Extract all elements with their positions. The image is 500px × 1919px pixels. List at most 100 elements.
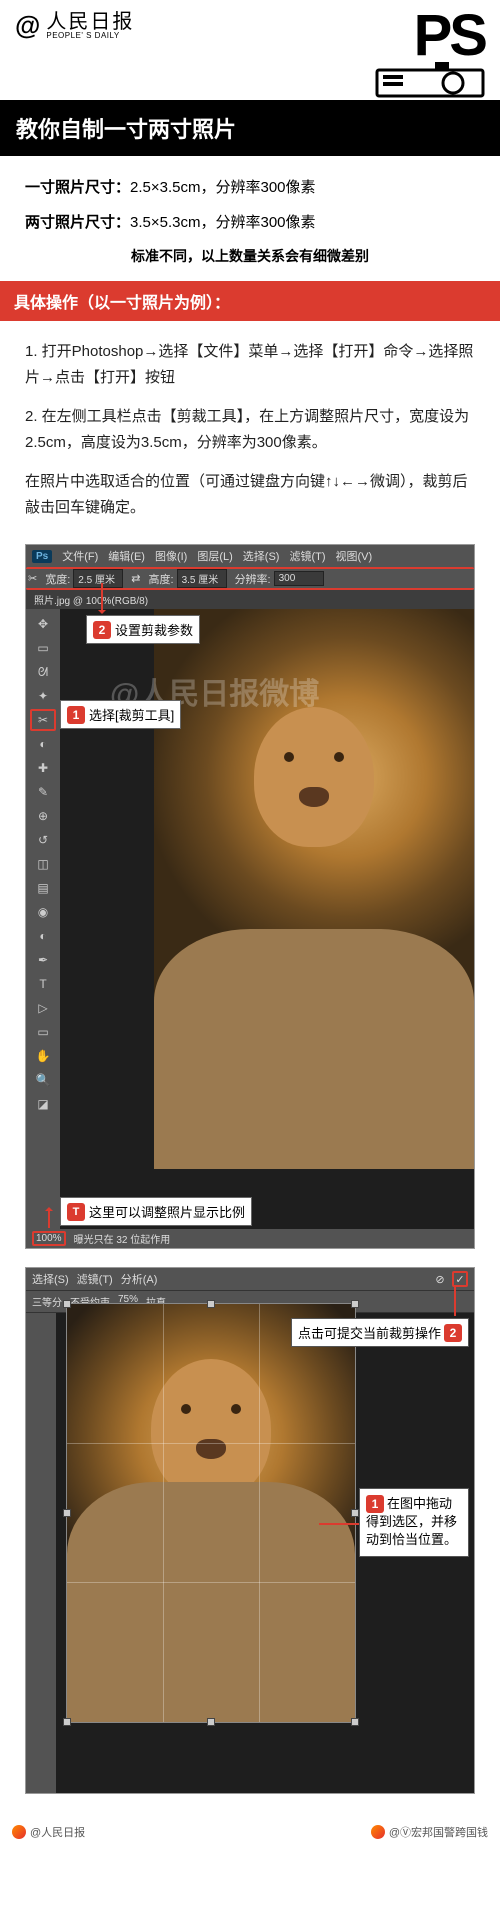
- section-header: 具体操作（以一寸照片为例）：: [0, 281, 500, 321]
- page-title: 教你自制一寸两寸照片: [0, 100, 500, 156]
- tool-palette: ✥ ▭ ᘛ ✦ ✂ ◐ ✚ ✎ ⊕ ↺ ◫ ▤ ◉ ◐ ✒ T ▷ ▭ ✋ 🔍 …: [26, 609, 60, 1229]
- brush-tool-icon[interactable]: ✎: [30, 781, 56, 803]
- history-brush-icon[interactable]: ↺: [30, 829, 56, 851]
- info-note: 标准不同，以上数量关系会有细微差别: [25, 246, 475, 266]
- camera-icon: [375, 60, 485, 98]
- eyedropper-tool-icon[interactable]: ◐: [30, 733, 56, 755]
- callout-commit-text: 点击可提交当前裁剪操作: [298, 1323, 441, 1342]
- callout-badge-t: T: [67, 1203, 85, 1221]
- fg-bg-swatch[interactable]: ◪: [30, 1093, 56, 1115]
- header: @ 人民日报 PEOPLE' S DAILY PS: [0, 0, 500, 100]
- ps-app-icon: Ps: [32, 550, 52, 563]
- menu-filter[interactable]: 滤镜(T): [289, 548, 325, 564]
- weibo-icon: [12, 1825, 26, 1839]
- tool-palette-2: [26, 1313, 56, 1793]
- callout-t-text: 这里可以调整照片显示比例: [89, 1202, 245, 1221]
- commit-crop-icon[interactable]: ✓: [452, 1271, 468, 1287]
- resolution-input[interactable]: 300: [274, 571, 324, 586]
- menu-edit[interactable]: 编辑(E): [108, 548, 145, 564]
- stamp-tool-icon[interactable]: ⊕: [30, 805, 56, 827]
- text-tool-icon[interactable]: T: [30, 973, 56, 995]
- arrow-icon: [454, 1286, 456, 1316]
- path-tool-icon[interactable]: ▷: [30, 997, 56, 1019]
- step-1: 1. 打开Photoshop→选择【文件】菜单→选择【打开】命令→选择照片→点击…: [25, 339, 475, 390]
- crop-selection[interactable]: [66, 1303, 356, 1723]
- width-label: 宽度:: [45, 571, 70, 587]
- callout-2: 2 设置剪裁参数: [86, 615, 200, 644]
- ps-menu-bar: Ps 文件(F) 编辑(E) 图像(I) 图层(L) 选择(S) 滤镜(T) 视…: [26, 545, 474, 567]
- callout-badge-1b: 1: [366, 1495, 384, 1513]
- swap-icon[interactable]: ⇄: [131, 572, 140, 585]
- brand-cn: 人民日报: [46, 12, 134, 32]
- crop-tool-icon[interactable]: ✂: [30, 709, 56, 731]
- opt-thirds[interactable]: 三等分: [32, 1294, 62, 1309]
- one-inch-label: 一寸照片尺寸：: [25, 179, 130, 196]
- menu-select-2[interactable]: 选择(S): [32, 1271, 69, 1287]
- footer-left-text: @人民日报: [30, 1824, 85, 1840]
- ps-text: PS: [414, 10, 485, 62]
- callout-1-text: 选择[裁剪工具]: [89, 705, 174, 724]
- hand-tool-icon[interactable]: ✋: [30, 1045, 56, 1067]
- zoom-value[interactable]: 100%: [32, 1231, 66, 1246]
- zoom-tool-icon[interactable]: 🔍: [30, 1069, 56, 1091]
- lasso-tool-icon[interactable]: ᘛ: [30, 661, 56, 683]
- canvas-2[interactable]: 点击可提交当前裁剪操作 2 1 在图中拖动得到选区，并移动到恰当位置。: [26, 1313, 474, 1793]
- marquee-tool-icon[interactable]: ▭: [30, 637, 56, 659]
- crop-handle[interactable]: [207, 1718, 215, 1726]
- callout-drag: 1 在图中拖动得到选区，并移动到恰当位置。: [359, 1488, 469, 1557]
- status-bar: 100% 曝光只在 32 位起作用: [26, 1229, 474, 1248]
- crop-handle[interactable]: [63, 1718, 71, 1726]
- footer-right-text: @Ⓥ宏邦国警跨国钱: [389, 1824, 488, 1840]
- footer-left: @人民日报: [12, 1824, 85, 1840]
- move-tool-icon[interactable]: ✥: [30, 613, 56, 635]
- pen-tool-icon[interactable]: ✒: [30, 949, 56, 971]
- crop-options-bar-2: 选择(S) 滤镜(T) 分析(A) ⊘ ✓: [26, 1268, 474, 1291]
- crop-handle[interactable]: [207, 1300, 215, 1308]
- shape-tool-icon[interactable]: ▭: [30, 1021, 56, 1043]
- status-text: 曝光只在 32 位起作用: [74, 1231, 171, 1246]
- cancel-crop-icon[interactable]: ⊘: [432, 1271, 448, 1287]
- callout-2-text: 设置剪裁参数: [115, 620, 193, 639]
- two-inch-label: 两寸照片尺寸：: [25, 214, 130, 231]
- menu-image[interactable]: 图像(I): [155, 548, 187, 564]
- blur-tool-icon[interactable]: ◉: [30, 901, 56, 923]
- ps-screenshot-1: Ps 文件(F) 编辑(E) 图像(I) 图层(L) 选择(S) 滤镜(T) 视…: [25, 544, 475, 1249]
- arrow-icon: [48, 1208, 50, 1228]
- crop-options-bar: ✂ 宽度:2.5 厘米 ⇄ 高度:3.5 厘米 分辨率:300: [26, 567, 474, 590]
- footer-right: @Ⓥ宏邦国警跨国钱: [371, 1824, 488, 1840]
- heal-tool-icon[interactable]: ✚: [30, 757, 56, 779]
- ps-screenshot-2: 选择(S) 滤镜(T) 分析(A) ⊘ ✓ 三等分 不受约束 75% 拉直: [25, 1267, 475, 1794]
- step-2: 2. 在左侧工具栏点击【剪裁工具】，在上方调整照片尺寸，宽度设为2.5cm，高度…: [25, 404, 475, 455]
- eraser-tool-icon[interactable]: ◫: [30, 853, 56, 875]
- menu-select[interactable]: 选择(S): [243, 548, 280, 564]
- callout-badge-2b: 2: [444, 1324, 462, 1342]
- crop-handle[interactable]: [351, 1718, 359, 1726]
- two-inch-value: 3.5×5.3cm，分辨率300像素: [130, 214, 316, 231]
- document-tab[interactable]: 照片.jpg @ 100%(RGB/8): [26, 590, 474, 609]
- wand-tool-icon[interactable]: ✦: [30, 685, 56, 707]
- height-input[interactable]: 3.5 厘米: [177, 569, 227, 588]
- callout-badge-1: 1: [67, 706, 85, 724]
- callout-t: T 这里可以调整照片显示比例: [60, 1197, 252, 1226]
- gradient-tool-icon[interactable]: ▤: [30, 877, 56, 899]
- crop-handle[interactable]: [63, 1300, 71, 1308]
- crop-handle[interactable]: [63, 1509, 71, 1517]
- height-label: 高度:: [149, 571, 174, 587]
- crop-tool-icon: ✂: [28, 572, 37, 585]
- one-inch-value: 2.5×3.5cm，分辨率300像素: [130, 179, 316, 196]
- menu-analysis-2[interactable]: 分析(A): [121, 1271, 158, 1287]
- callout-1: 1 选择[裁剪工具]: [60, 700, 181, 729]
- callout-badge-2: 2: [93, 621, 111, 639]
- menu-layer[interactable]: 图层(L): [197, 548, 232, 564]
- crop-handle[interactable]: [351, 1300, 359, 1308]
- dodge-tool-icon[interactable]: ◐: [30, 925, 56, 947]
- brand-logo: @ 人民日报 PEOPLE' S DAILY: [15, 10, 134, 41]
- menu-file[interactable]: 文件(F): [62, 548, 98, 564]
- menu-filter-2[interactable]: 滤镜(T): [77, 1271, 113, 1287]
- arrow-icon: [101, 583, 103, 613]
- crop-handle[interactable]: [351, 1509, 359, 1517]
- menu-view[interactable]: 视图(V): [336, 548, 373, 564]
- width-input[interactable]: 2.5 厘米: [73, 569, 123, 588]
- at-symbol: @: [15, 10, 40, 41]
- weibo-icon: [371, 1825, 385, 1839]
